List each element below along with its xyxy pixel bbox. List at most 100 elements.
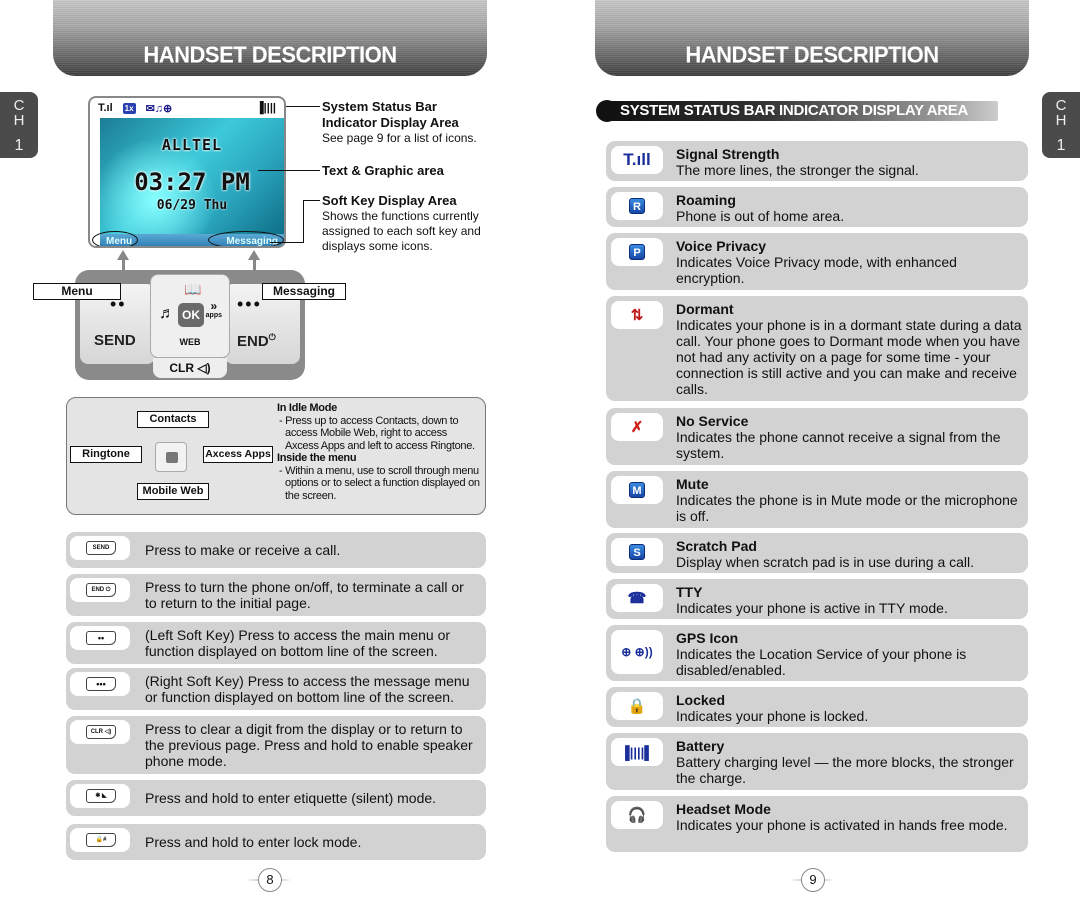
power-icon: ⏻ <box>268 332 276 342</box>
mute-icon: M <box>611 476 663 504</box>
indicator-description: Indicates the Location Service of your p… <box>676 646 967 678</box>
key-description: (Left Soft Key) Press to access the main… <box>145 627 451 659</box>
locked-icon: 🔒 <box>611 692 663 720</box>
right-soft-key-icon: ••• <box>70 672 130 696</box>
chapter-number: 1 <box>1056 137 1066 154</box>
indicator-description: The more lines, the stronger the signal. <box>676 162 919 178</box>
nav-key[interactable]: 📖 ♬ OK » apps WEB <box>150 274 230 358</box>
key-row-space: 🔒# Press and hold to enter lock mode. <box>66 824 486 860</box>
indicator-title: TTY <box>676 584 703 600</box>
callout-line <box>286 106 320 107</box>
indicator-description: Battery charging level — the more blocks… <box>676 754 1014 786</box>
key-description: Press to clear a digit from the display … <box>145 721 473 769</box>
1x-icon: 1x <box>122 102 136 114</box>
callout-line <box>303 200 320 201</box>
indicator-row: R Roaming Phone is out of home area. <box>606 187 1028 227</box>
callout-line <box>303 200 304 242</box>
voice-privacy-icon: P <box>611 238 663 266</box>
chapter-letter: C <box>1055 97 1067 114</box>
axcess-apps-label: Axcess Apps <box>203 446 273 463</box>
indicator-title: Signal Strength <box>676 146 780 162</box>
key-row-right-soft: ••• (Right Soft Key) Press to access the… <box>66 668 486 710</box>
contacts-label: Contacts <box>137 411 209 428</box>
music-note-icon: ♬ <box>159 305 175 322</box>
page-8: HANDSET DESCRIPTION C H 1 T.ıl 1x ✉♫⊕ ▐|… <box>0 0 540 917</box>
left-soft-key-icon: •• <box>70 626 130 650</box>
scratch-pad-icon: S <box>611 538 663 566</box>
callout-line <box>270 242 304 243</box>
chapter-number: 1 <box>14 137 24 154</box>
phone-screen: T.ıl 1x ✉♫⊕ ▐|||| ALLTEL 03:27 PM 06/29 … <box>88 96 286 248</box>
page-number: 9 <box>801 868 825 892</box>
contacts-book-icon: 📖 <box>184 281 202 297</box>
battery-icon: ▐|||| <box>255 102 276 114</box>
left-softkey-highlight <box>92 231 138 246</box>
indicator-row: 🎧 Headset Mode Indicates your phone is a… <box>606 796 1028 852</box>
battery-icon: ▐||||▌ <box>611 738 663 766</box>
indicator-description: Indicates Voice Privacy mode, with enhan… <box>676 254 957 286</box>
indicator-title: Battery <box>676 738 725 754</box>
end-key-icon: END ⏻ <box>70 578 130 602</box>
indicator-description: Indicates your phone is active in TTY mo… <box>676 600 948 616</box>
indicator-title: Locked <box>676 692 726 708</box>
indicator-row: ▐||||▌ Battery Battery charging level — … <box>606 733 1028 790</box>
bullet-dot <box>596 100 618 122</box>
wallpaper: ALLTEL 03:27 PM 06/29 Thu <box>100 118 284 234</box>
chapter-letter: C <box>13 97 25 114</box>
date: 06/29 Thu <box>156 198 228 213</box>
indicator-row: M Mute Indicates the phone is in Mute mo… <box>606 471 1028 528</box>
indicator-title: No Service <box>676 413 749 429</box>
gps-icon: ⊕ ⊕)) <box>611 630 663 674</box>
apps-icon: » apps <box>205 299 222 319</box>
signal-icon: T.ıl <box>98 102 113 114</box>
indicator-row: 🔒 Locked Indicates your phone is locked. <box>606 687 1028 727</box>
key-description: Press and hold to enter lock mode. <box>145 834 362 850</box>
indicator-row: S Scratch Pad Display when scratch pad i… <box>606 533 1028 573</box>
indicator-title: Headset Mode <box>676 801 771 817</box>
end-key[interactable]: END <box>237 333 269 350</box>
message-ringtone-gps-icons: ✉♫⊕ <box>145 102 173 115</box>
indicator-description: Indicates your phone is locked. <box>676 708 869 724</box>
indicator-row: ☎ TTY Indicates your phone is active in … <box>606 579 1028 619</box>
send-key[interactable]: SEND <box>94 332 136 349</box>
indicator-description: Indicates your phone is in a dormant sta… <box>676 317 1022 397</box>
chapter-letter: H <box>1055 112 1067 129</box>
headset-mode-icon: 🎧 <box>611 801 663 829</box>
key-row-send: SEND Press to make or receive a call. <box>66 532 486 568</box>
ringtone-label: Ringtone <box>70 446 142 463</box>
web-label: WEB <box>179 337 201 347</box>
right-softkey-highlight <box>208 231 284 246</box>
indicator-row: ✗ No Service Indicates the phone cannot … <box>606 408 1028 465</box>
callout-soft-key: Soft Key Display Area Shows the function… <box>322 193 481 253</box>
indicator-title: Mute <box>676 476 709 492</box>
clr-key[interactable]: CLR ◁) <box>153 358 227 378</box>
clr-key-icon: CLR ◁) <box>70 720 130 744</box>
chapter-tab: C H 1 <box>1042 92 1080 158</box>
key-description: Press to make or receive a call. <box>145 542 341 558</box>
header-band: HANDSET DESCRIPTION <box>595 0 1029 76</box>
indicator-title: Roaming <box>676 192 736 208</box>
indicator-description: Phone is out of home area. <box>676 208 845 224</box>
page-title: HANDSET DESCRIPTION <box>685 41 939 68</box>
carrier-name: ALLTEL <box>161 136 223 154</box>
key-row-clr: CLR ◁) Press to clear a digit from the d… <box>66 716 486 774</box>
signal-strength-icon: T.ıll <box>611 146 663 174</box>
status-bar: T.ıl 1x ✉♫⊕ ▐|||| <box>90 98 284 118</box>
chapter-letter: H <box>13 112 25 129</box>
section-heading: SYSTEM STATUS BAR INDICATOR DISPLAY AREA <box>596 100 998 122</box>
indicator-title: Voice Privacy <box>676 238 767 254</box>
tty-icon: ☎ <box>611 584 663 612</box>
mobile-web-label: Mobile Web <box>137 483 209 500</box>
indicator-description: Indicates the phone cannot receive a sig… <box>676 429 1001 461</box>
key-description: Press to turn the phone on/off, to termi… <box>145 579 464 611</box>
page-title: HANDSET DESCRIPTION <box>143 41 397 68</box>
nav-key-mini-icon <box>155 442 187 472</box>
key-description: Press and hold to enter etiquette (silen… <box>145 790 437 806</box>
indicator-row: T.ıll Signal Strength The more lines, th… <box>606 141 1028 181</box>
section-title: SYSTEM STATUS BAR INDICATOR DISPLAY AREA <box>620 102 969 119</box>
ok-key[interactable]: OK <box>178 303 204 327</box>
indicator-row: ⊕ ⊕)) GPS Icon Indicates the Location Se… <box>606 625 1028 681</box>
callout-line <box>258 170 320 171</box>
key-row-left-soft: •• (Left Soft Key) Press to access the m… <box>66 622 486 664</box>
shift-star-key-icon: ✱ ◣ <box>70 784 130 808</box>
